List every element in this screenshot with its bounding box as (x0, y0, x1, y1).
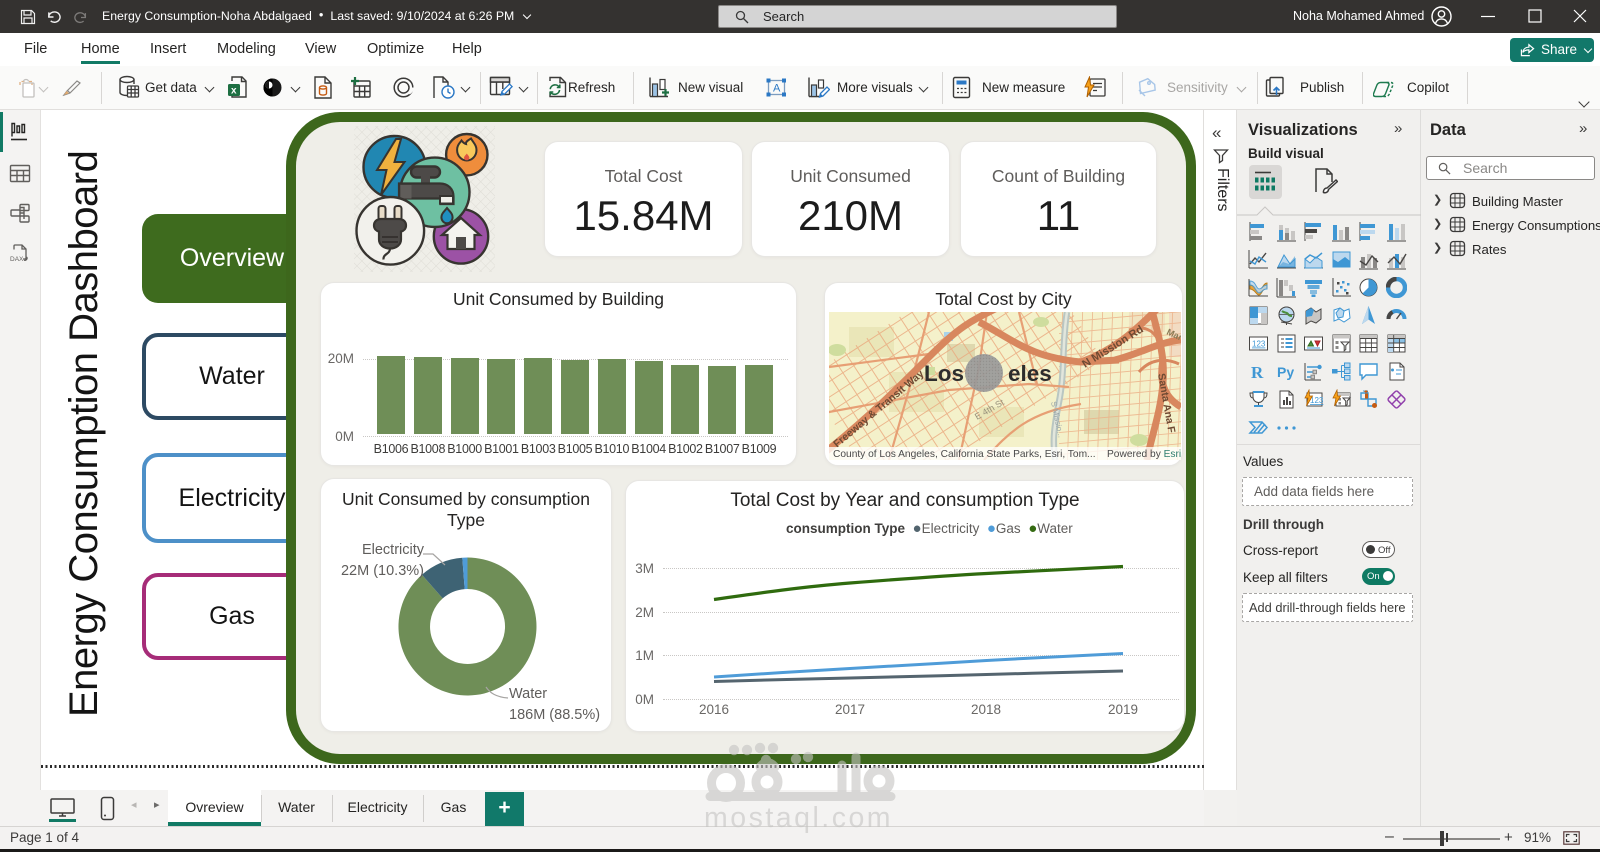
svg-text:DAX: DAX (10, 256, 24, 263)
svg-text:mostaql.com: mostaql.com (704, 802, 893, 834)
svg-text:A: A (773, 83, 781, 95)
svg-text:x: x (231, 86, 237, 97)
svg-text:123: 123 (1252, 340, 1266, 349)
svg-text:R: R (1251, 363, 1264, 382)
svg-text:Py: Py (1277, 364, 1294, 380)
svg-text:Powered by Esri: Powered by Esri (1107, 449, 1181, 460)
svg-text:County of Los Angeles, Califor: County of Los Angeles, California State … (833, 449, 1096, 460)
